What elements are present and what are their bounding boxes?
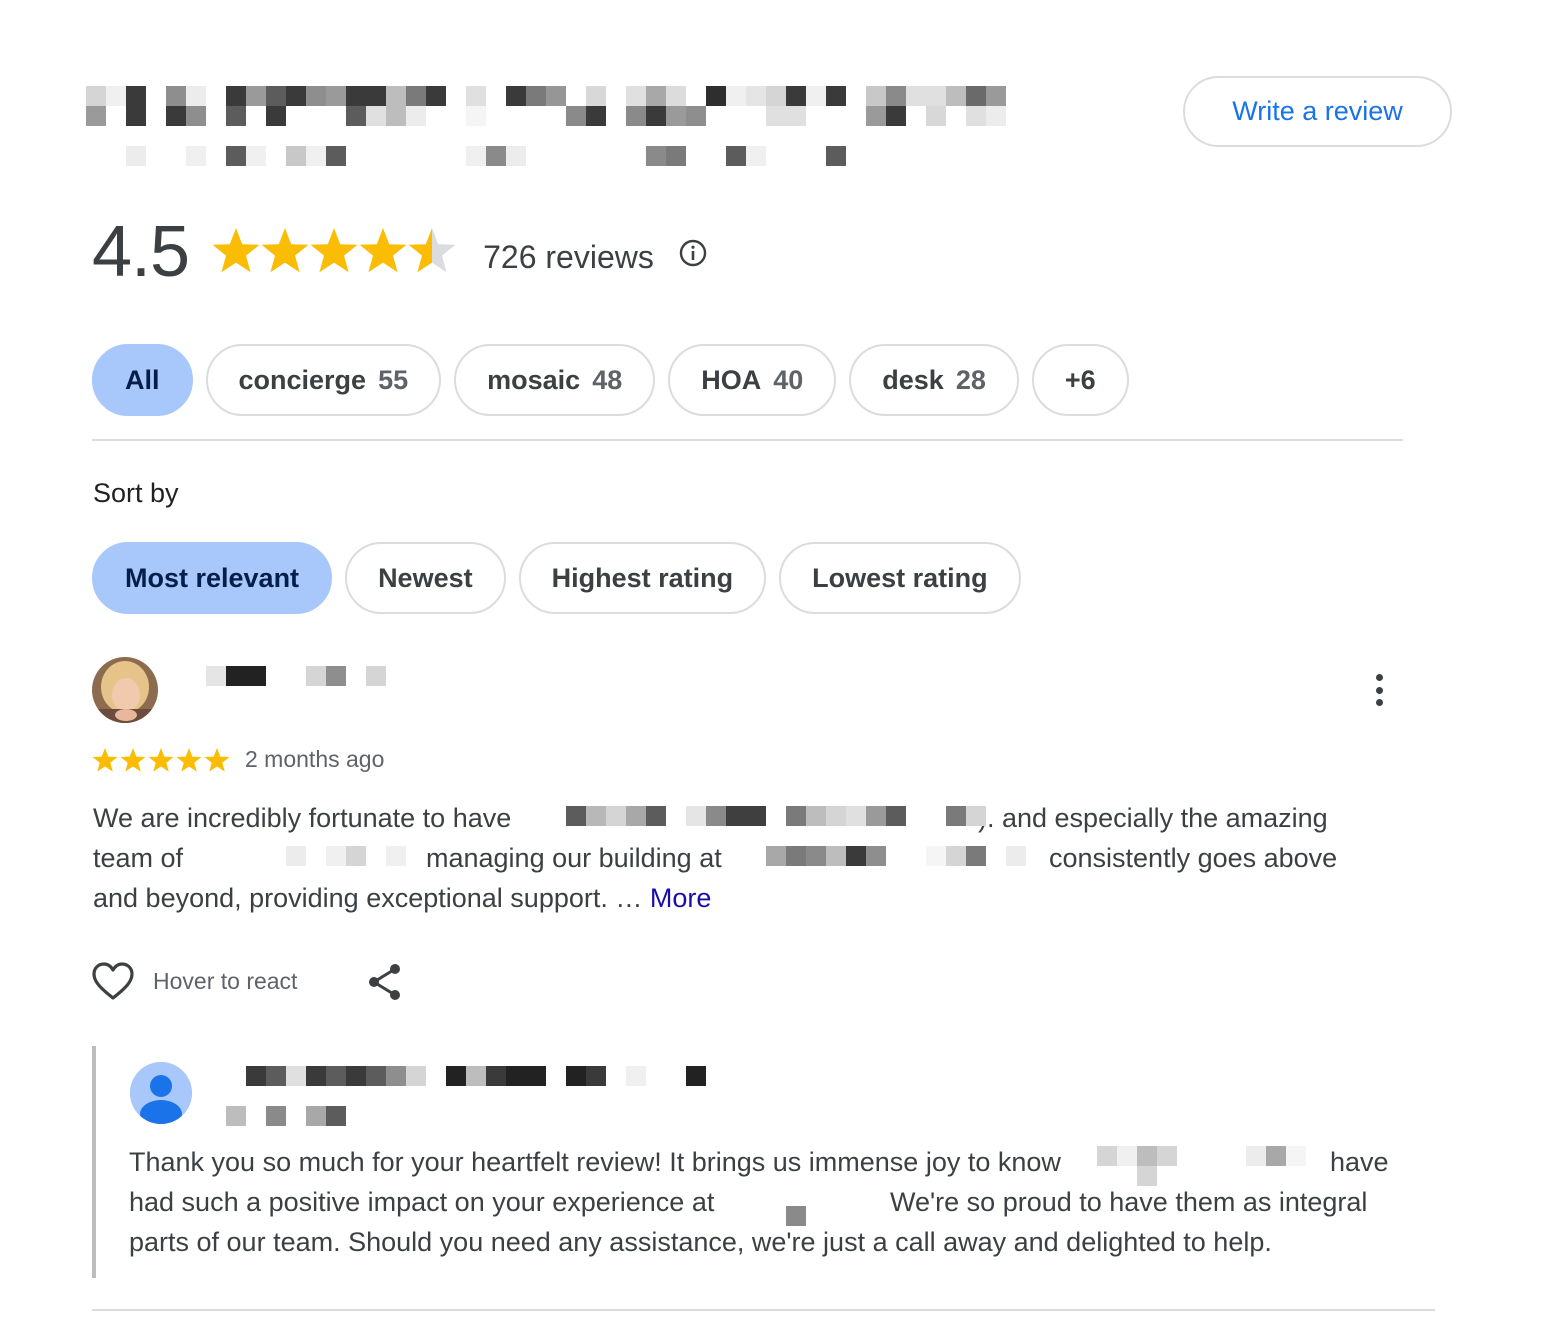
reply-line: We're so proud to have them as integral: [890, 1187, 1368, 1217]
reply-line: parts of our team. Should you need any a…: [129, 1227, 1272, 1257]
rating-summary: 4.5 726 reviews: [92, 212, 708, 292]
redacted-business-name: [86, 86, 1006, 126]
review-line: team of: [93, 843, 184, 873]
sort-by-label: Sort by: [93, 478, 179, 508]
share-icon[interactable]: [366, 962, 404, 1002]
redacted-text: [1097, 1146, 1187, 1186]
topic-chip-label: All: [125, 364, 160, 395]
reply-line: Thank you so much for your heartfelt rev…: [129, 1147, 1061, 1177]
review-stars: [92, 747, 232, 775]
redacted-owner-name: [246, 1066, 706, 1086]
reply-line: had such a positive impact on your exper…: [129, 1187, 715, 1217]
review-line: ). and especially the amazing: [978, 803, 1328, 833]
topic-chip-desk[interactable]: desk 28: [849, 344, 1019, 416]
reviewer-avatar[interactable]: [92, 657, 158, 723]
write-review-button[interactable]: Write a review: [1183, 76, 1452, 147]
react-label[interactable]: Hover to react: [153, 968, 297, 995]
topic-chip-more[interactable]: +6: [1031, 344, 1129, 416]
rating-stars: [211, 222, 461, 282]
review-line: and beyond, providing exceptional suppor…: [93, 878, 711, 918]
topic-chip-concierge[interactable]: concierge 55: [205, 344, 442, 416]
redacted-text: [686, 806, 906, 826]
redacted-text: [786, 1206, 806, 1226]
topic-chip-count: 28: [955, 364, 986, 395]
topic-chip-all[interactable]: All: [92, 344, 193, 416]
redacted-text: [286, 846, 420, 866]
reply-line: have: [1330, 1147, 1389, 1177]
topic-chip-count: 48: [592, 364, 623, 395]
info-icon[interactable]: [678, 238, 708, 268]
review-line: consistently goes above: [1049, 843, 1338, 873]
review-line-text: and beyond, providing exceptional suppor…: [93, 883, 643, 913]
topic-chip-count: 55: [378, 364, 409, 395]
person-icon: [130, 1062, 192, 1124]
average-rating: 4.5: [92, 212, 190, 292]
redacted-owner-title: [226, 1106, 346, 1126]
five-star-icon: [92, 748, 230, 772]
reply-indent-bar: [92, 1046, 96, 1278]
sort-chip-lowest-rating[interactable]: Lowest rating: [779, 542, 1021, 614]
sort-chip-newest[interactable]: Newest: [345, 542, 506, 614]
topic-filter-chips: All concierge 55 mosaic 48 HOA 40 desk 2…: [92, 344, 1129, 416]
redacted-business-address: [126, 146, 866, 166]
redacted-text: [766, 846, 886, 866]
topic-chip-count: 40: [773, 364, 804, 395]
star-rating-icon: [212, 228, 456, 273]
review-line: managing our building at: [426, 843, 722, 873]
topic-chip-label: concierge: [238, 364, 367, 395]
topic-chip-label: mosaic: [487, 364, 581, 395]
redacted-text: [926, 846, 1026, 866]
more-vert-icon[interactable]: [1362, 670, 1396, 710]
section-divider: [92, 439, 1403, 441]
topic-chip-label: +6: [1064, 364, 1096, 395]
heart-outline-icon[interactable]: [92, 962, 134, 1002]
sort-chips: Most relevant Newest Highest rating Lowe…: [92, 542, 1021, 614]
more-link[interactable]: More: [650, 883, 712, 913]
redacted-text: [566, 806, 666, 826]
redacted-text: [1246, 1146, 1326, 1166]
redacted-reviewer-name: [186, 666, 386, 686]
review-count: 726 reviews: [483, 238, 654, 275]
review-time: 2 months ago: [245, 746, 385, 772]
bottom-divider: [92, 1309, 1435, 1311]
topic-chip-label: desk: [882, 364, 944, 395]
sort-chip-most-relevant[interactable]: Most relevant: [92, 542, 333, 614]
sort-chip-highest-rating[interactable]: Highest rating: [518, 542, 767, 614]
redacted-text: [946, 806, 986, 826]
reviewer-photo: [92, 657, 158, 723]
topic-chip-mosaic[interactable]: mosaic 48: [454, 344, 656, 416]
topic-chip-hoa[interactable]: HOA 40: [668, 344, 837, 416]
topic-chip-label: HOA: [701, 364, 762, 395]
review-line: We are incredibly fortunate to have: [93, 803, 512, 833]
owner-avatar: [130, 1062, 192, 1124]
